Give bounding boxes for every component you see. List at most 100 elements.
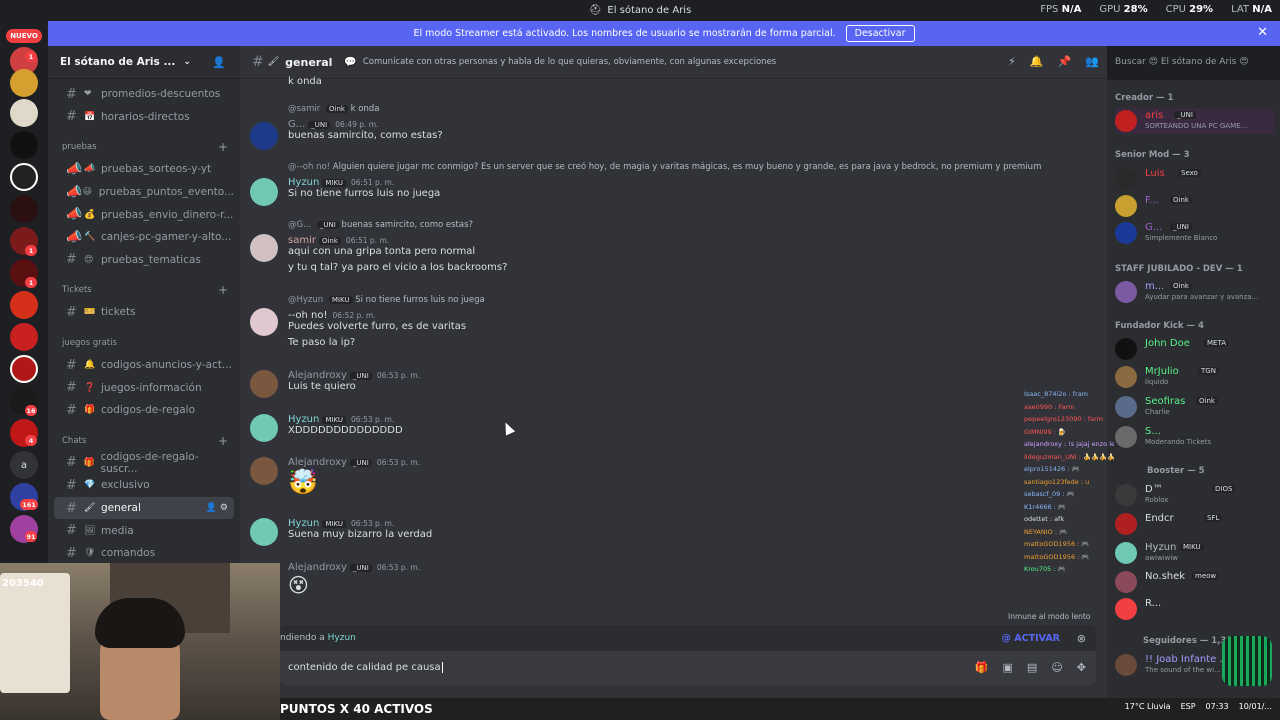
- avatar[interactable]: [250, 122, 278, 150]
- threads-icon[interactable]: ⚡: [1008, 55, 1016, 68]
- channel-item[interactable]: 📣 😃 pruebas_puntos_evento...: [54, 181, 234, 204]
- message-author[interactable]: samir: [288, 235, 316, 246]
- bell-icon[interactable]: 🔔: [1030, 55, 1044, 68]
- member-item[interactable]: S... Moderando Tickets: [1115, 424, 1275, 450]
- member-item[interactable]: Luis Sexo: [1115, 166, 1275, 192]
- channel-item[interactable]: 📣 🔨 canjes-pc-gamer-y-alto...: [54, 226, 234, 249]
- apps-icon[interactable]: ✥: [1077, 661, 1086, 674]
- server-icon[interactable]: [10, 195, 38, 223]
- member-item[interactable]: Hyzun MIKU awiwiwiw: [1115, 540, 1275, 566]
- avatar[interactable]: [250, 234, 278, 262]
- perf-stats: FPS N/A GPU 28% CPU 29% LAT N/A: [1040, 4, 1272, 15]
- channel-item[interactable]: # 🔔 codigos-anuncios-y-act...: [54, 354, 234, 377]
- message-author[interactable]: G...: [288, 119, 305, 130]
- message-input[interactable]: contenido de calidad pe causa 🎁 ▣ ▤ ☺ ✥: [280, 651, 1096, 685]
- overlay-chat-line: mattoGOD1956 : 🎮: [1024, 540, 1090, 548]
- sticker: 🤯: [288, 468, 318, 496]
- plus-icon[interactable]: +: [218, 283, 228, 297]
- server-icon[interactable]: [10, 355, 38, 383]
- invite-icon[interactable]: 👤: [212, 56, 226, 69]
- member-item[interactable]: No.shek meow: [1115, 569, 1275, 595]
- close-reply-icon[interactable]: ⊗: [1077, 632, 1086, 645]
- avatar[interactable]: [250, 457, 278, 485]
- clock-time[interactable]: 07:33: [1206, 702, 1229, 711]
- category-tickets[interactable]: Tickets +: [48, 279, 240, 301]
- emoji-icon[interactable]: ☺: [1051, 661, 1062, 674]
- avatar[interactable]: [250, 518, 278, 546]
- member-item[interactable]: John Doe META: [1115, 336, 1275, 362]
- disable-streamer-button[interactable]: Desactivar: [845, 25, 915, 42]
- channel-item[interactable]: # ❤ promedios-descuentos: [54, 83, 234, 106]
- message: Hyzun MIKU 06:53 p. m. Suena muy bizarro la…: [288, 518, 433, 540]
- channel-item[interactable]: # 💎 exclusivo: [54, 474, 234, 497]
- avatar[interactable]: [250, 178, 278, 206]
- message-author[interactable]: Alejandroxy: [288, 370, 347, 381]
- channel-item[interactable]: # 🎁 codigos-de-regalo-suscr...: [54, 451, 234, 475]
- member-item[interactable]: Seofiras Oink Charlie: [1115, 394, 1275, 420]
- channel-item[interactable]: # 📅 horarios-directos: [54, 106, 234, 129]
- channel-item[interactable]: # 🖼 media: [54, 519, 234, 542]
- gif-icon[interactable]: ▣: [1003, 661, 1013, 674]
- sticker-icon[interactable]: ▤: [1027, 661, 1037, 674]
- category-chats[interactable]: Chats +: [48, 430, 240, 452]
- member-item[interactable]: D™ DIOS Roblox: [1115, 482, 1275, 508]
- channel-item[interactable]: 📣 📣 pruebas_sorteos-y-yt: [54, 158, 234, 181]
- language-indicator[interactable]: ESP: [1181, 702, 1196, 711]
- server-icon[interactable]: [10, 99, 38, 127]
- avatar[interactable]: [250, 308, 278, 336]
- message-author[interactable]: Hyzun: [288, 177, 319, 188]
- channel-item[interactable]: 📣 💰 pruebas_envio_dinero-r...: [54, 203, 234, 226]
- member-item[interactable]: F... Oink: [1115, 193, 1275, 219]
- server-icon[interactable]: [10, 291, 38, 319]
- channel-item[interactable]: # 😍 pruebas_tematicas: [54, 249, 234, 272]
- unread-badge: 1: [25, 277, 37, 288]
- clock-date[interactable]: 10/01/...: [1239, 702, 1272, 711]
- pin-icon[interactable]: 📌: [1058, 55, 1072, 68]
- channel-item[interactable]: # 🎫 tickets: [54, 301, 234, 324]
- member-group-header: Fundador Kick — 4: [1115, 321, 1204, 331]
- channel-item[interactable]: # 🛡 comandos: [54, 542, 234, 565]
- avatar: [1115, 426, 1137, 448]
- server-letter-icon[interactable]: a: [10, 451, 38, 479]
- avatar[interactable]: [250, 414, 278, 442]
- member-item[interactable]: G... _UNI Simplemente Blanco: [1115, 220, 1275, 246]
- close-icon[interactable]: ✕: [1257, 25, 1268, 40]
- reply-preview[interactable]: @--oh no! Alguien quiere jugar mc conmig…: [288, 162, 1041, 172]
- settings-gear-icon[interactable]: 👤 ⚙: [206, 503, 228, 513]
- message-author[interactable]: Hyzun: [288, 414, 319, 425]
- plus-icon[interactable]: +: [218, 140, 228, 154]
- message-author[interactable]: Alejandroxy: [288, 562, 347, 573]
- plus-icon[interactable]: +: [218, 434, 228, 448]
- member-item[interactable]: Endcr SFL: [1115, 511, 1275, 537]
- member-item[interactable]: aris _UNI SORTEANDO UNA PC GAME...: [1115, 108, 1275, 134]
- channel-item[interactable]: # 🎁 codigos-de-regalo: [54, 399, 234, 422]
- member-item[interactable]: R...: [1115, 596, 1275, 622]
- member-item[interactable]: MrJulio TGN liquido: [1115, 364, 1275, 390]
- channel-item[interactable]: # ❓ juegos-información: [54, 376, 234, 399]
- message-author[interactable]: Alejandroxy: [288, 457, 347, 468]
- channel-item-general[interactable]: # 🖌 general 👤 ⚙: [54, 496, 234, 520]
- message-author[interactable]: --oh no!: [288, 310, 328, 321]
- mention-toggle[interactable]: @ ACTIVAR: [1001, 633, 1060, 644]
- category-juegos-gratis[interactable]: juegos gratis: [48, 332, 240, 354]
- overlay-chat-line: pepeelgro123090 : farm: [1024, 415, 1103, 423]
- server-icon[interactable]: [10, 323, 38, 351]
- reply-preview[interactable]: @samir Oink k onda: [288, 104, 379, 114]
- message-author[interactable]: Hyzun: [288, 518, 319, 529]
- hash-icon: #: [66, 109, 77, 125]
- category-pruebas[interactable]: pruebas +: [48, 136, 240, 158]
- weather-widget[interactable]: 17°C Lluvia: [1125, 702, 1171, 711]
- reply-preview[interactable]: @Hyzun MIKU Si no tiene furros luis no j…: [288, 295, 485, 305]
- search-input[interactable]: Buscar 😍 El sótano de Aris 😍: [1107, 52, 1273, 73]
- avatar[interactable]: [250, 370, 278, 398]
- server-icon[interactable]: [10, 163, 38, 191]
- server-icon[interactable]: [10, 131, 38, 159]
- avatar: [1115, 338, 1137, 360]
- server-header[interactable]: El sótano de Aris ... ⌄ 👤: [48, 46, 240, 79]
- server-icon[interactable]: [10, 69, 38, 97]
- hash-icon: #: [66, 402, 77, 418]
- member-item[interactable]: m... Oink Ayudar para avanzar y avanza...: [1115, 279, 1275, 305]
- members-icon[interactable]: 👥: [1085, 55, 1099, 68]
- gift-icon[interactable]: 🎁: [975, 661, 989, 674]
- reply-preview[interactable]: @G... _UNI buenas samircito, como estas?: [288, 220, 473, 230]
